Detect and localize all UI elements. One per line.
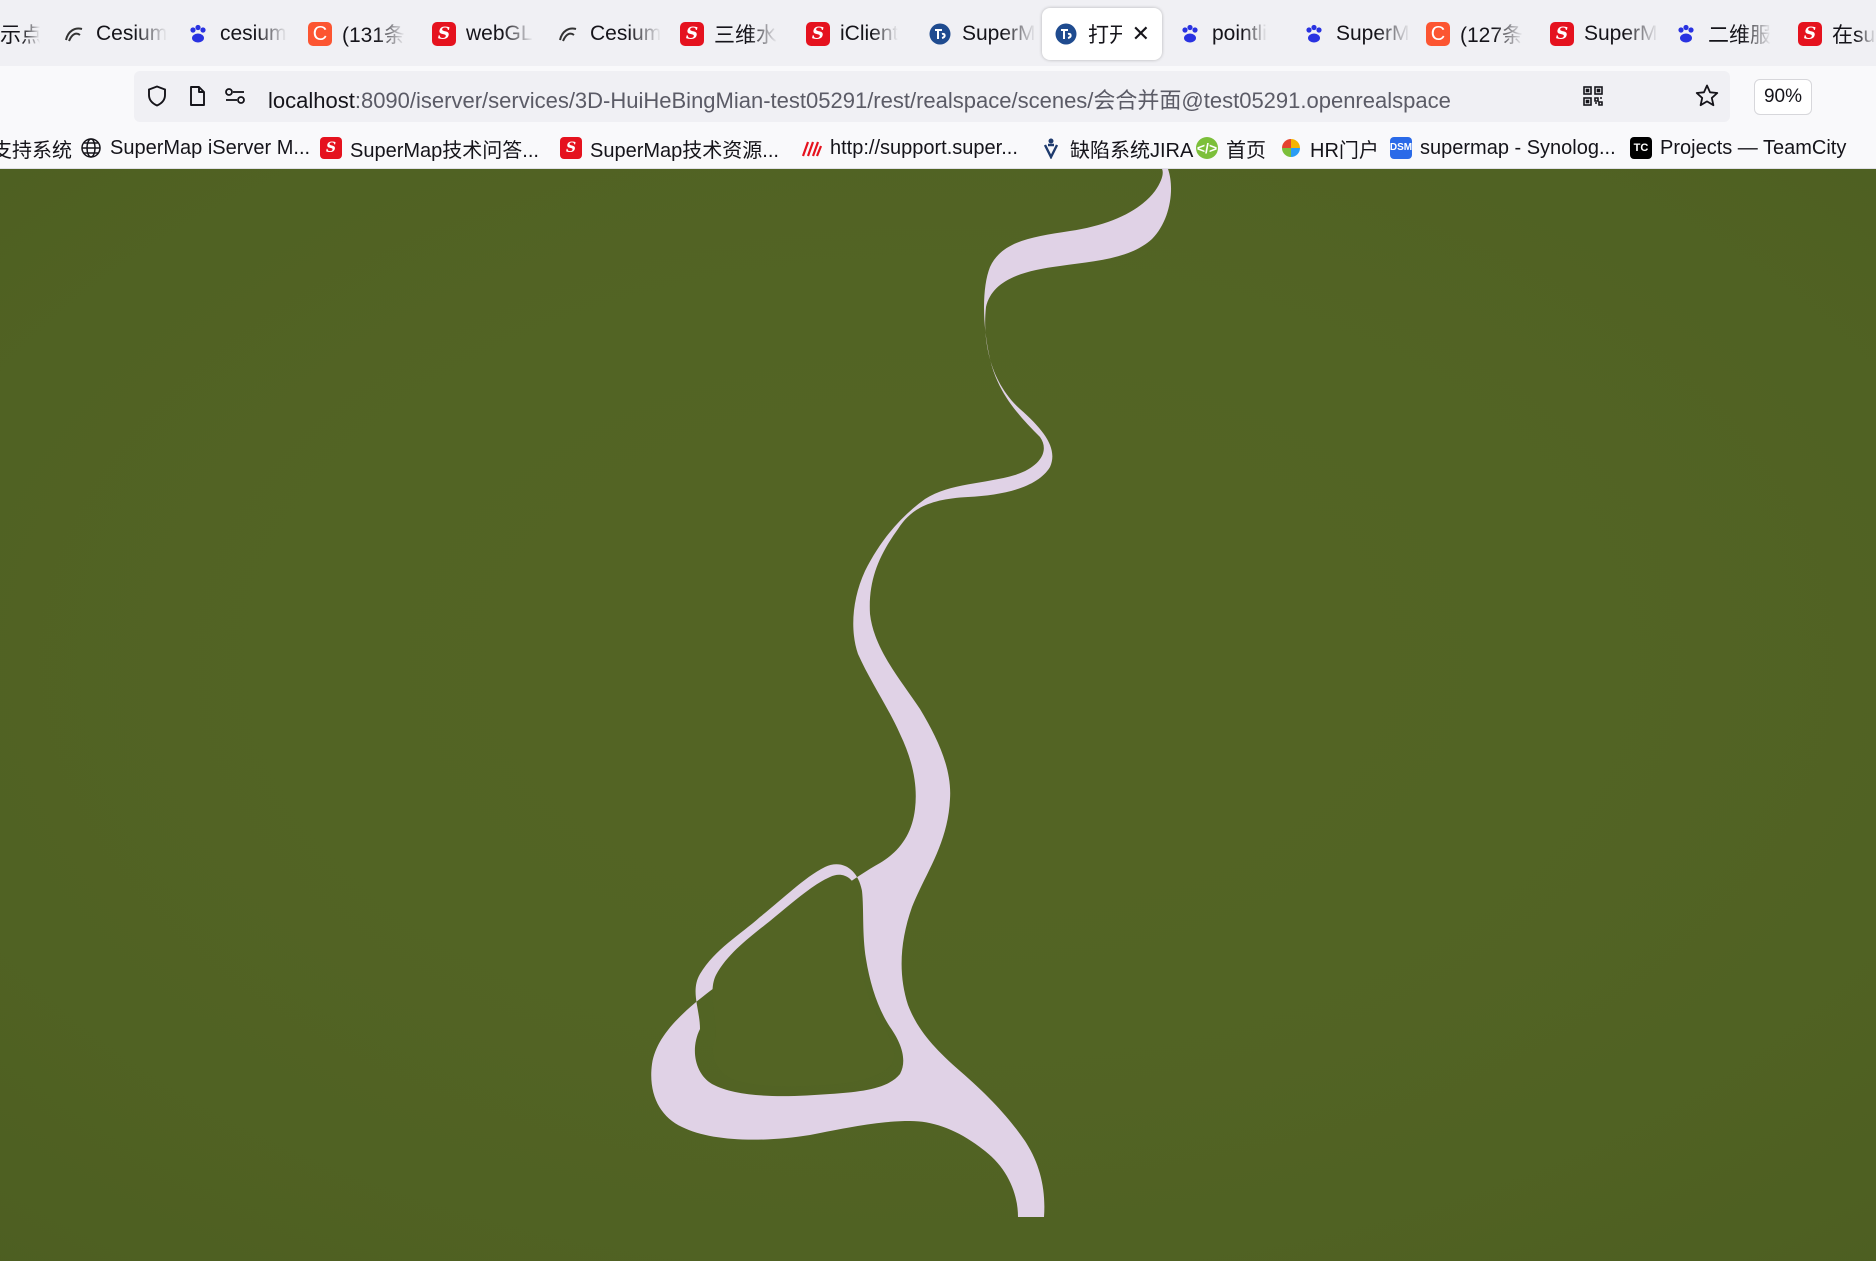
tab-3[interactable]: C (131条 <box>308 8 418 60</box>
code-circle-icon: </> <box>1196 137 1218 159</box>
page-icon[interactable] <box>184 83 210 109</box>
url-bar[interactable]: localhost:8090/iserver/services/3D-HuiHe… <box>134 71 1812 122</box>
bookmark-0[interactable]: 支持系统 <box>0 134 72 162</box>
bookmark-label: 首页 <box>1226 139 1266 162</box>
tab-12[interactable]: C (127条 <box>1426 8 1536 60</box>
tab-label: Cesium <box>96 22 168 45</box>
zoom-level-button[interactable]: 90% <box>1754 79 1812 115</box>
tab-label: (127条 <box>1460 24 1524 47</box>
bookmark-8[interactable]: DSM supermap - Synolog... <box>1390 134 1616 162</box>
bookmark-4[interactable]: http://support.super... <box>800 134 1018 162</box>
supermap-s-icon: S <box>320 137 342 159</box>
supermap-s-icon: S <box>1550 22 1574 46</box>
tab-9-active[interactable]: 打开 ✕ <box>1042 8 1162 60</box>
tab-label: 打开 <box>1088 24 1122 47</box>
csdn-c-icon: C <box>308 22 332 46</box>
tab-label: 二维服 <box>1708 24 1771 47</box>
url-text[interactable]: localhost:8090/iserver/services/3D-HuiHe… <box>268 83 1451 115</box>
tab-label: cesium <box>220 22 287 45</box>
tab-14[interactable]: 二维服 <box>1674 8 1784 60</box>
supermap-s-icon: S <box>1798 22 1822 46</box>
cesium-icon <box>62 22 86 46</box>
tab-label: 三维水 <box>714 24 777 47</box>
tab-label: 在sup <box>1832 24 1876 47</box>
globe-icon <box>80 137 102 159</box>
tab-7[interactable]: S iClient <box>806 8 916 60</box>
bookmark-label: http://support.super... <box>830 136 1018 159</box>
close-tab-icon[interactable]: ✕ <box>1132 21 1150 47</box>
tab-label: SuperM <box>1336 22 1410 45</box>
bookmark-star-icon[interactable] <box>1694 83 1720 109</box>
supermap-globe-icon <box>928 22 952 46</box>
tab-label: SuperM <box>962 22 1036 45</box>
tab-8[interactable]: SuperM <box>928 8 1038 60</box>
tab-11[interactable]: SuperM <box>1302 8 1412 60</box>
supermap-s-icon: S <box>806 22 830 46</box>
bookmark-7[interactable]: HR门户 <box>1280 134 1379 162</box>
tab-4[interactable]: S webGL <box>432 8 542 60</box>
bookmarks-toolbar: 支持系统 SuperMap iServer M... S SuperMap技术问… <box>0 126 1876 169</box>
tab-2[interactable]: cesium <box>186 8 296 60</box>
scene-canvas[interactable] <box>0 169 1876 1261</box>
pinwheel-icon <box>1280 137 1302 159</box>
tab-label: 示点 <box>0 24 40 47</box>
tab-strip: 示点 Cesium cesium C (131条 S webGL Cesium … <box>0 0 1876 66</box>
bookmark-label: SuperMap技术问答... <box>350 139 539 162</box>
navigation-toolbar: localhost:8090/iserver/services/3D-HuiHe… <box>0 66 1876 126</box>
bookmark-label: SuperMap iServer M... <box>110 136 311 159</box>
tab-1[interactable]: Cesium <box>62 8 172 60</box>
tab-label: pointli <box>1212 22 1267 45</box>
scene-viewport[interactable] <box>0 169 1876 1261</box>
url-path: :8090/iserver/services/3D-HuiHeBingMian-… <box>354 88 1451 113</box>
permissions-icon[interactable] <box>222 83 248 109</box>
qr-code-icon[interactable] <box>1580 83 1606 109</box>
bookmark-label: supermap - Synolog... <box>1420 136 1616 159</box>
bookmark-3[interactable]: S SuperMap技术资源... <box>560 134 779 162</box>
tab-13[interactable]: S SuperM <box>1550 8 1660 60</box>
stripes-icon <box>800 137 822 159</box>
tab-10[interactable]: pointli <box>1178 8 1288 60</box>
jira-icon <box>1040 137 1062 159</box>
tab-5[interactable]: Cesium <box>556 8 666 60</box>
bookmark-5[interactable]: 缺陷系统JIRA <box>1040 134 1193 162</box>
baidu-paw-icon <box>1302 22 1326 46</box>
tab-0[interactable]: 示点 <box>0 8 40 60</box>
cesium-icon <box>556 22 580 46</box>
supermap-s-icon: S <box>560 137 582 159</box>
tab-15[interactable]: S 在sup <box>1798 8 1876 60</box>
bookmark-2[interactable]: S SuperMap技术问答... <box>320 134 539 162</box>
teamcity-icon: TC <box>1630 137 1652 159</box>
tab-6[interactable]: S 三维水 <box>680 8 790 60</box>
tab-label: Cesium <box>590 22 662 45</box>
supermap-s-icon: S <box>432 22 456 46</box>
bookmark-1[interactable]: SuperMap iServer M... <box>80 134 310 162</box>
baidu-paw-icon <box>1178 22 1202 46</box>
tab-label: iClient <box>840 22 899 45</box>
tab-label: webGL <box>466 22 533 45</box>
baidu-paw-icon <box>186 22 210 46</box>
tab-label: (131条 <box>342 24 406 47</box>
supermap-globe-icon <box>1054 22 1078 46</box>
csdn-c-icon: C <box>1426 22 1450 46</box>
bookmark-9[interactable]: TC Projects — TeamCity <box>1630 134 1846 162</box>
bookmark-label: 缺陷系统JIRA <box>1070 139 1194 162</box>
bookmark-label: Projects — TeamCity <box>1660 136 1847 159</box>
bookmark-label: 支持系统 <box>0 139 72 162</box>
baidu-paw-icon <box>1674 22 1698 46</box>
bookmark-6[interactable]: </> 首页 <box>1196 134 1266 162</box>
bookmark-label: SuperMap技术资源... <box>590 139 779 162</box>
dsm-icon: DSM <box>1390 137 1412 159</box>
bookmark-label: HR门户 <box>1310 139 1379 162</box>
shield-icon[interactable] <box>144 83 170 109</box>
supermap-s-icon: S <box>680 22 704 46</box>
url-host: localhost <box>268 88 355 113</box>
tab-label: SuperM <box>1584 22 1658 45</box>
